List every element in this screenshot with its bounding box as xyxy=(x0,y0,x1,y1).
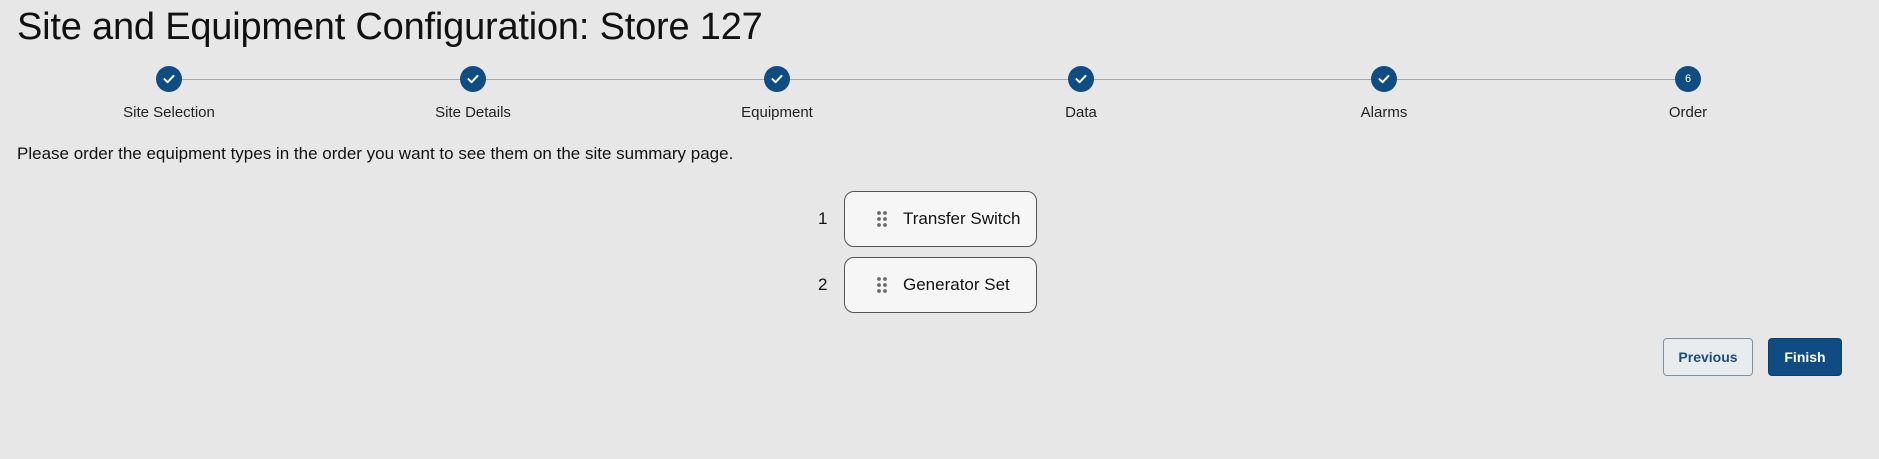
order-position: 1 xyxy=(818,209,828,228)
page-title: Site and Equipment Configuration: Store … xyxy=(17,6,763,48)
step-label: Equipment xyxy=(741,104,813,121)
step-complete-indicator xyxy=(764,66,790,92)
step-label: Order xyxy=(1668,104,1708,121)
order-position: 2 xyxy=(818,275,828,294)
step-site-details[interactable]: Site Details xyxy=(363,66,583,121)
check-icon xyxy=(163,74,175,84)
step-complete-indicator xyxy=(1068,66,1094,92)
step-complete-indicator xyxy=(156,66,182,92)
step-site-selection[interactable]: Site Selection xyxy=(59,66,279,121)
equipment-item-label: Transfer Switch xyxy=(903,209,1021,228)
step-label: Site Selection xyxy=(123,104,215,121)
previous-button[interactable]: Previous xyxy=(1663,338,1753,376)
step-data[interactable]: Data xyxy=(971,66,1191,121)
list-item: 1 Transfer Switch xyxy=(810,190,1037,248)
step-complete-indicator xyxy=(460,66,486,92)
step-equipment[interactable]: Equipment xyxy=(667,66,887,121)
draggable-equipment-item[interactable]: Generator Set xyxy=(844,257,1037,313)
list-item: 2 Generator Set xyxy=(810,256,1037,314)
step-number-indicator: 6 xyxy=(1675,66,1701,92)
equipment-item-label: Generator Set xyxy=(903,275,1010,294)
draggable-equipment-item[interactable]: Transfer Switch xyxy=(844,191,1037,247)
step-label: Site Details xyxy=(435,104,511,121)
drag-handle-icon[interactable] xyxy=(875,276,889,294)
check-icon xyxy=(771,74,783,84)
check-icon xyxy=(1378,74,1390,84)
progress-stepper: Site Selection Site Details Equipment Da… xyxy=(0,62,1879,132)
check-icon xyxy=(1075,74,1087,84)
step-complete-indicator xyxy=(1371,66,1397,92)
step-label: Alarms xyxy=(1360,104,1408,121)
check-icon xyxy=(467,74,479,84)
finish-button[interactable]: Finish xyxy=(1768,338,1842,376)
step-alarms[interactable]: Alarms xyxy=(1274,66,1494,121)
drag-handle-icon[interactable] xyxy=(875,210,889,228)
step-label: Data xyxy=(1065,104,1097,121)
equipment-order-list: 1 Transfer Switch 2 Generator Set xyxy=(810,190,1037,322)
step-order[interactable]: 6 Order xyxy=(1578,66,1798,121)
instructions-text: Please order the equipment types in the … xyxy=(17,144,734,163)
